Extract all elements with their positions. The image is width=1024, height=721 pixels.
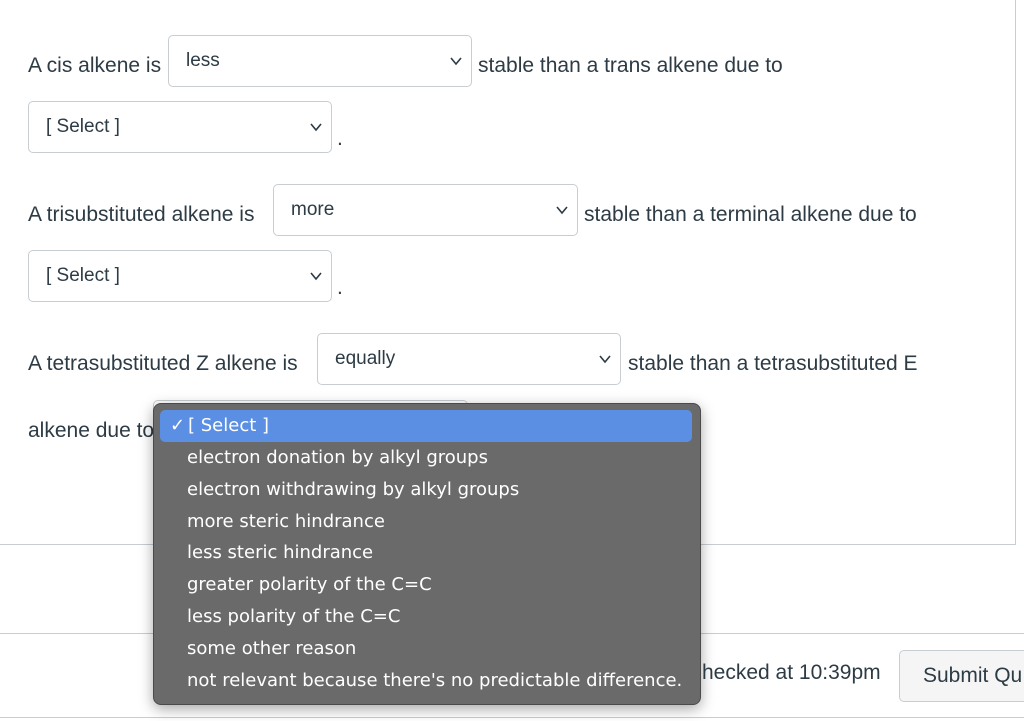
dropdown-option[interactable]: more steric hindrance <box>160 506 692 538</box>
reason-dropdown-menu[interactable]: ✓[ Select ] electron donation by alkyl g… <box>153 403 701 705</box>
q3-middle-text: stable than a tetrasubstituted E <box>628 352 918 375</box>
q3-line2-prefix-text: alkene due to <box>28 419 155 442</box>
dropdown-option[interactable]: some other reason <box>160 633 692 665</box>
q1-reason-value: [ Select ] <box>46 116 120 137</box>
q2-prefix-text: A trisubstituted alkene is <box>28 203 255 226</box>
dropdown-option[interactable]: not relevant because there's no predicta… <box>160 665 692 697</box>
q1-middle-text: stable than a trans alkene due to <box>478 54 783 77</box>
checkmark-icon: ✓ <box>170 415 186 436</box>
chevron-down-icon <box>310 272 322 281</box>
question-panel-right-border <box>1015 0 1016 545</box>
dropdown-option[interactable]: less polarity of the C=C <box>160 601 692 633</box>
q2-period: . <box>337 276 343 299</box>
q3-comparison-value: equally <box>335 348 396 369</box>
dropdown-option-select[interactable]: ✓[ Select ] <box>160 410 692 442</box>
footer-divider-bottom <box>0 717 1024 718</box>
dropdown-option[interactable]: greater polarity of the C=C <box>160 569 692 601</box>
submit-quiz-button[interactable]: Submit Qu <box>899 650 1024 702</box>
save-status-text: hecked at 10:39pm <box>702 661 881 684</box>
q1-comparison-select[interactable]: less <box>168 35 472 87</box>
chevron-down-icon <box>450 57 462 66</box>
chevron-down-icon <box>599 355 611 364</box>
q1-reason-select[interactable]: [ Select ] <box>28 101 332 153</box>
chevron-down-icon <box>310 123 322 132</box>
q2-comparison-value: more <box>291 199 335 220</box>
q1-period: . <box>337 127 343 150</box>
q1-comparison-value: less <box>186 50 220 71</box>
q2-reason-value: [ Select ] <box>46 265 120 286</box>
chevron-down-icon <box>556 206 568 215</box>
dropdown-option[interactable]: electron withdrawing by alkyl groups <box>160 474 692 506</box>
q2-comparison-select[interactable]: more <box>273 184 578 236</box>
q1-prefix-text: A cis alkene is <box>28 54 162 77</box>
q2-reason-select[interactable]: [ Select ] <box>28 250 332 302</box>
q3-comparison-select[interactable]: equally <box>317 333 621 385</box>
q2-middle-text: stable than a terminal alkene due to <box>584 203 917 226</box>
q3-prefix-text: A tetrasubstituted Z alkene is <box>28 352 298 375</box>
dropdown-option[interactable]: electron donation by alkyl groups <box>160 442 692 474</box>
dropdown-option[interactable]: less steric hindrance <box>160 537 692 569</box>
